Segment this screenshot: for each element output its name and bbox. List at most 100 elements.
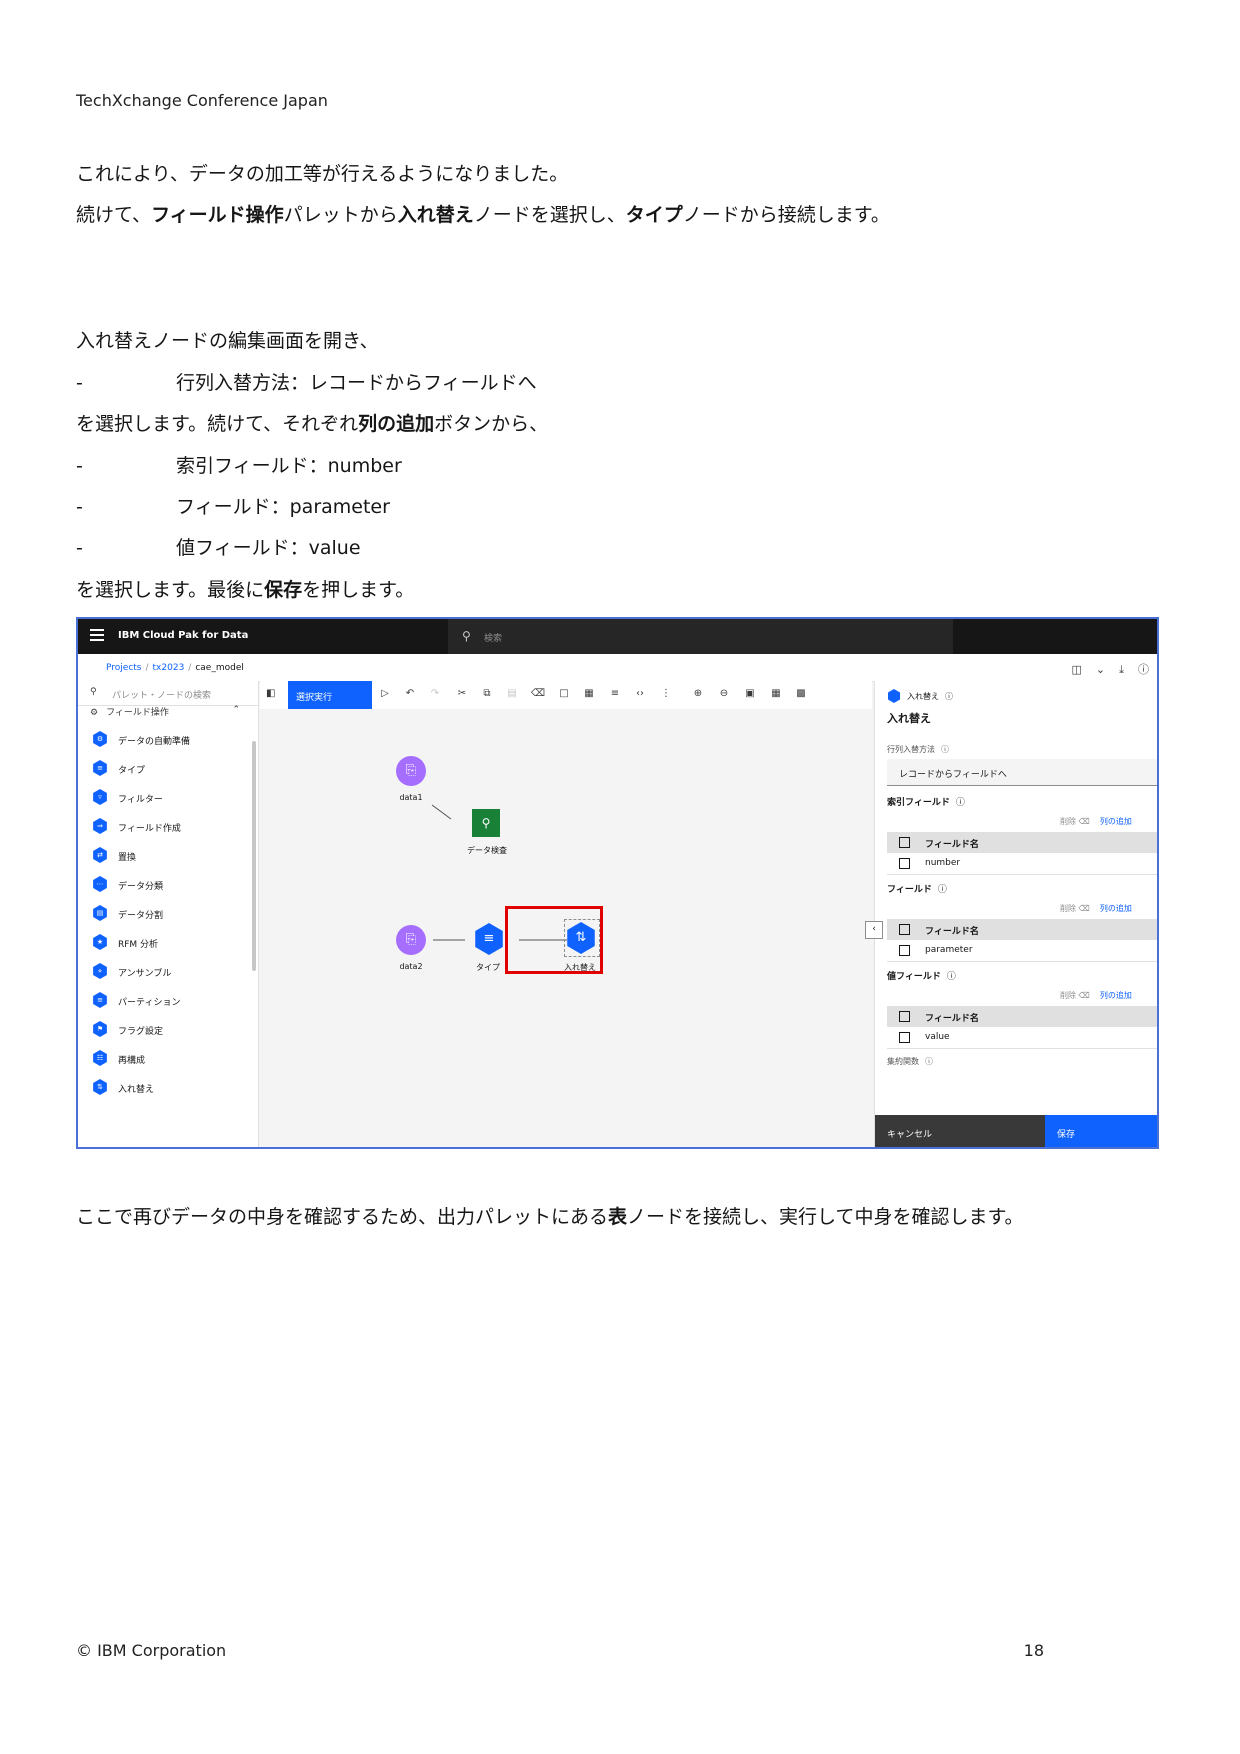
settings-sliders-icon[interactable]: ≡ (605, 688, 625, 699)
zoom-out-icon[interactable]: ⊖ (714, 688, 734, 699)
bold-text: フィールド操作 (151, 204, 284, 226)
code-icon[interactable]: ‹› (630, 688, 650, 699)
cancel-button[interactable]: キャンセル (875, 1115, 1045, 1147)
fields-label: フィールド ⓘ (887, 882, 947, 895)
collapse-panel-icon[interactable]: ‹ (865, 921, 883, 939)
zoom-in-icon[interactable]: ⊕ (688, 688, 708, 699)
node-data1[interactable]: ⎘ data1 (396, 756, 426, 802)
node-data-audit[interactable]: ⚲ データ検査 (467, 809, 507, 855)
palette-item-label: 入れ替え (118, 1085, 155, 1095)
node-palette: ⚲ パレット・ノードの検索 ⚙ フィールド操作 ⌃ ⚙ データの自動準備 ≡ タイプ ▿ フ… (78, 681, 259, 1147)
text: ノードを接続し、実行して中身を確認します。 (627, 1206, 1024, 1228)
fit-to-screen-icon[interactable]: ▣ (740, 688, 760, 699)
node-transpose[interactable]: ⇅ 入れ替え (564, 922, 597, 972)
restructure-icon: ☷ (93, 1050, 107, 1066)
aggregate-text: 集約関数 (887, 1057, 919, 1066)
palette-item-label: フィールド作成 (118, 824, 181, 834)
filler-icon: ⇄ (93, 847, 107, 863)
header-actions: ◫ ⌄ ⤓ ⓘ (1058, 661, 1150, 677)
run-icon[interactable]: ▷ (375, 688, 395, 699)
redo-icon[interactable]: ↷ (425, 688, 445, 699)
paragraph-3: 入れ替えノードの編集画面を開き、 (76, 330, 379, 352)
minimap-icon[interactable]: ▦ (766, 688, 786, 699)
delete-icon[interactable]: ⌫ (528, 688, 548, 699)
paste-icon[interactable]: ▤ (502, 688, 522, 699)
add-column-button[interactable]: 列の追加 (1100, 817, 1132, 826)
node-data2[interactable]: ⎘ data2 (396, 925, 426, 971)
trash-icon[interactable]: ⌫ (1079, 817, 1090, 826)
download-icon[interactable]: ⤓ (1119, 663, 1124, 676)
chevron-down-icon[interactable]: ⌄ (1096, 663, 1105, 676)
delete-button[interactable]: 削除 (1060, 991, 1076, 1000)
node-type[interactable]: ≡ タイプ (473, 923, 505, 972)
delete-button[interactable]: 削除 (1060, 904, 1076, 913)
toggle-palette-icon[interactable]: ◧ (266, 688, 275, 699)
cancel-label: キャンセル (887, 1130, 933, 1140)
rfm-icon: ★ (93, 934, 107, 950)
trash-icon[interactable]: ⌫ (1079, 991, 1090, 1000)
row-checkbox[interactable] (899, 945, 910, 956)
method-label: 行列入替方法 ⓘ (887, 744, 949, 755)
row-value: value (925, 1032, 950, 1042)
aggregate-label: 集約関数 ⓘ (887, 1056, 933, 1067)
fields-table-header: フィールド名 (887, 919, 1157, 940)
info-icon[interactable]: ⓘ (956, 798, 965, 808)
hamburger-menu-icon[interactable] (90, 629, 104, 641)
page-number: 18 (1023, 1641, 1044, 1660)
transpose-icon: ⇅ (567, 922, 595, 954)
export-icon[interactable]: ▩ (791, 688, 811, 699)
add-column-button[interactable]: 列の追加 (1100, 991, 1132, 1000)
paragraph-5: を選択します。最後に保存を押します。 (76, 579, 414, 602)
partition-icon: ▤ (93, 905, 107, 921)
palette-category-field-ops[interactable]: ⚙ フィールド操作 ⌃ (90, 705, 240, 719)
cut-icon[interactable]: ✂ (452, 688, 472, 699)
overflow-menu-icon[interactable]: ⋮ (656, 688, 676, 699)
copy-icon[interactable]: ⧉ (477, 688, 497, 699)
palette-item-label: フラグ設定 (118, 1027, 164, 1037)
palette-item-label: データの自動準備 (118, 737, 191, 747)
node-label: data1 (399, 793, 423, 802)
table-row: parameter (887, 940, 1157, 962)
hide-comments-icon[interactable]: ▦ (579, 688, 599, 699)
value-field-actions: 削除 ⌫ 列の追加 (1060, 990, 1132, 1001)
search-icon: ⚲ (90, 687, 97, 697)
method-select[interactable]: レコードからフィールドへ (887, 759, 1157, 786)
global-search[interactable]: ⚲ 検索 (448, 619, 953, 654)
trash-icon[interactable]: ⌫ (1079, 904, 1090, 913)
row-value: parameter (925, 945, 973, 955)
select-all-checkbox[interactable] (899, 924, 910, 935)
fields-text: フィールド (887, 885, 932, 895)
select-all-checkbox[interactable] (899, 837, 910, 848)
add-column-button[interactable]: 列の追加 (1100, 904, 1132, 913)
row-checkbox[interactable] (899, 858, 910, 869)
info-icon[interactable]: ⓘ (1138, 663, 1149, 676)
info-icon[interactable]: ⓘ (925, 1057, 933, 1066)
delete-button[interactable]: 削除 (1060, 817, 1076, 826)
bold-text: 入れ替え (397, 204, 474, 226)
text: ここで再びデータの中身を確認するため、出力パレットにある (76, 1206, 609, 1228)
run-selection-button[interactable]: 選択実行 (288, 681, 372, 709)
bullet-text: 値フィールド：value (176, 537, 361, 559)
info-icon[interactable]: ⓘ (947, 972, 956, 982)
palette-item-label: RFM 分析 (118, 940, 159, 950)
paragraph-1: これにより、データの加工等が行えるようになりました。 (76, 163, 569, 185)
info-icon[interactable]: ⓘ (941, 745, 949, 754)
save-button[interactable]: 保存 (1045, 1115, 1157, 1147)
breadcrumb-projects[interactable]: Projects (106, 663, 141, 673)
select-all-checkbox[interactable] (899, 1011, 910, 1022)
palette-search-input[interactable]: ⚲ パレット・ノードの検索 (78, 681, 258, 706)
bold-text: 列の追加 (358, 413, 435, 435)
bullet-1: - 行列入替方法：レコードからフィールドへ (76, 372, 537, 395)
versions-icon[interactable]: ◫ (1072, 663, 1082, 676)
undo-icon[interactable]: ↶ (400, 688, 420, 699)
comment-icon[interactable]: □ (554, 688, 574, 699)
type-icon: ≡ (93, 760, 107, 776)
row-checkbox[interactable] (899, 1032, 910, 1043)
breadcrumb: Projects / tx2023/cae_model (106, 663, 244, 673)
flow-canvas[interactable]: ⎘ data1 ⚲ データ検査 ⎘ data2 ≡ タイプ ⇅ 入れ替え (260, 709, 872, 1147)
info-icon[interactable]: ⓘ (938, 885, 947, 895)
help-icon[interactable]: ⓘ (945, 692, 953, 701)
breadcrumb-project[interactable]: tx2023 (153, 663, 185, 673)
palette-scrollbar[interactable] (252, 741, 256, 971)
bold-text: タイプ (625, 204, 683, 226)
